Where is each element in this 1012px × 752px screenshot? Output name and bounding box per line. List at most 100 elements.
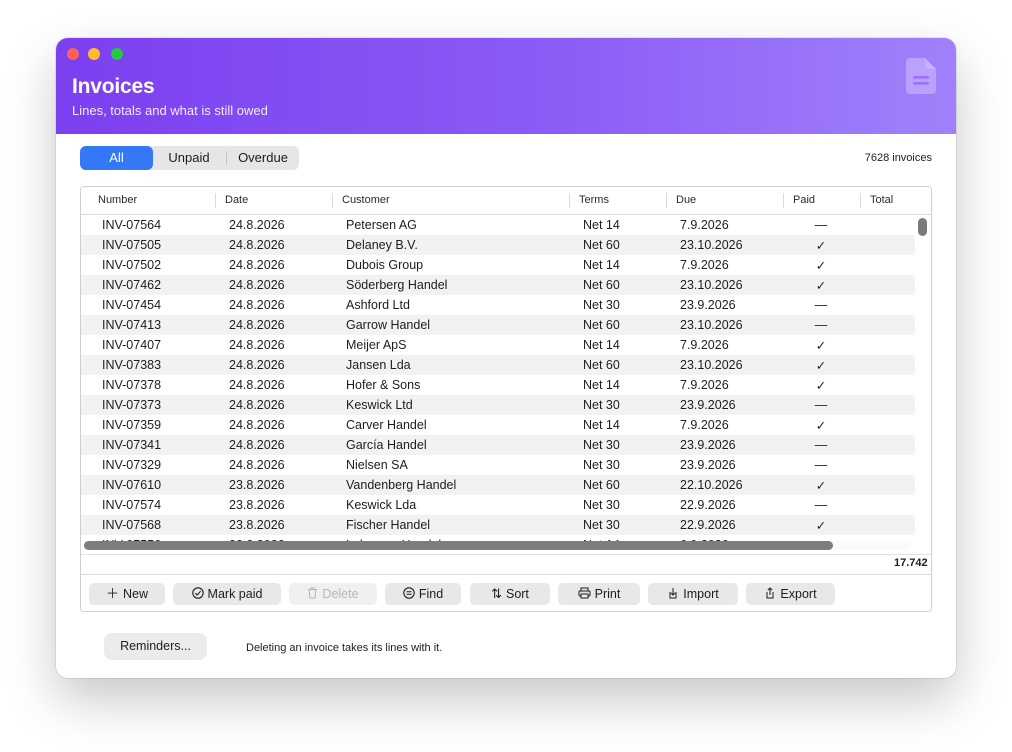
cell-terms: Net 60 [583, 478, 620, 492]
column-header-number[interactable]: Number [98, 194, 137, 206]
table-row[interactable]: INV-07413 24.8.2026 Garrow Handel Net 60 23.… [81, 315, 931, 335]
cell-date: 24.8.2026 [229, 338, 285, 352]
column-separator[interactable] [783, 193, 784, 208]
total-sum: 17.742 [894, 557, 928, 569]
sort-button-label: Sort [505, 587, 529, 601]
table-row[interactable]: INV-07574 23.8.2026 Keswick Lda Net 30 22.9.… [81, 495, 931, 515]
cell-terms: Net 60 [583, 238, 620, 252]
cell-customer: Söderberg Handel [346, 278, 448, 292]
cell-paid: — [814, 318, 828, 332]
vertical-scrollbar-thumb[interactable] [918, 218, 927, 236]
cell-number: INV-07574 [102, 498, 162, 512]
cell-number: INV-07502 [102, 258, 162, 272]
table-row[interactable]: INV-07505 24.8.2026 Delaney B.V. Net 60 23.1… [81, 235, 931, 255]
new-button-label: New [123, 587, 149, 601]
column-header-paid[interactable]: Paid [793, 194, 815, 206]
column-header-customer[interactable]: Customer [342, 194, 390, 206]
table-row[interactable]: INV-07407 24.8.2026 Meijer ApS Net 14 7.9.20… [81, 335, 931, 355]
column-header-total[interactable]: Total [870, 194, 893, 206]
table-row[interactable]: INV-07462 24.8.2026 Söderberg Handel Net 60… [81, 275, 931, 295]
table-row[interactable]: INV-07359 24.8.2026 Carver Handel Net 14 7.9… [81, 415, 931, 435]
cell-customer: Vandenberg Handel [346, 478, 457, 492]
close-window-button[interactable] [67, 48, 79, 60]
cell-customer: Carver Handel [346, 418, 427, 432]
column-separator[interactable] [860, 193, 861, 208]
filter-overdue-segment[interactable]: Overdue [227, 146, 299, 170]
cell-number: INV-07462 [102, 278, 162, 292]
zoom-window-button[interactable] [111, 48, 123, 60]
table-row[interactable]: INV-07568 23.8.2026 Fischer Handel Net 30 22… [81, 515, 931, 535]
cell-terms: Net 30 [583, 518, 620, 532]
column-header-date[interactable]: Date [225, 194, 248, 206]
table-row[interactable]: INV-07378 24.8.2026 Hofer & Sons Net 14 7.9.… [81, 375, 931, 395]
window-title: Invoices [72, 75, 155, 98]
cell-number: INV-07359 [102, 418, 162, 432]
cell-date: 24.8.2026 [229, 418, 285, 432]
column-separator[interactable] [215, 193, 216, 208]
new-button[interactable]: ＋ New [89, 583, 165, 605]
cell-date: 24.8.2026 [229, 298, 285, 312]
table-row[interactable]: INV-07329 24.8.2026 Nielsen SA Net 30 23.9.2… [81, 455, 931, 475]
cell-terms: Net 14 [583, 338, 620, 352]
find-button[interactable]: Find [385, 583, 461, 605]
cell-terms: Net 60 [583, 358, 620, 372]
horizontal-scrollbar-thumb[interactable] [84, 541, 833, 550]
import-button[interactable]: Import [648, 583, 738, 605]
cell-date: 24.8.2026 [229, 258, 285, 272]
print-button[interactable]: Print [558, 583, 640, 605]
cell-paid: — [814, 298, 828, 312]
cell-date: 24.8.2026 [229, 398, 285, 412]
cell-customer: Garrow Handel [346, 318, 431, 332]
table-row[interactable]: INV-07454 24.8.2026 Ashford Ltd Net 30 23.9.… [81, 295, 931, 315]
export-button[interactable]: Export [746, 583, 835, 605]
delete-button[interactable]: Delete [289, 583, 377, 605]
cell-customer: Delaney B.V. [346, 238, 418, 252]
cell-due: 23.9.2026 [680, 298, 736, 312]
filter-all-segment[interactable]: All [80, 146, 153, 170]
table-row[interactable]: INV-07564 24.8.2026 Petersen AG Net 14 7.9.2… [81, 215, 931, 235]
column-header-due[interactable]: Due [676, 194, 696, 206]
cell-number: INV-07378 [102, 378, 162, 392]
printer-icon [578, 583, 591, 605]
window-subtitle: Lines, totals and what is still owed [72, 103, 268, 118]
mark-paid-button[interactable]: Mark paid [173, 583, 281, 605]
table-row[interactable]: INV-07341 24.8.2026 García Handel Net 30 23.… [81, 435, 931, 455]
cell-due: 7.9.2026 [680, 378, 729, 392]
table-row[interactable]: INV-07373 24.8.2026 Keswick Ltd Net 30 23.9.… [81, 395, 931, 415]
table-row[interactable]: INV-07502 24.8.2026 Dubois Group Net 14 7.9.… [81, 255, 931, 275]
table-row[interactable]: INV-07610 23.8.2026 Vandenberg Handel Net 6… [81, 475, 931, 495]
window-header: Invoices Lines, totals and what is still… [56, 38, 956, 134]
cell-due: 23.9.2026 [680, 458, 736, 472]
filter-unpaid-segment[interactable]: Unpaid [153, 146, 225, 170]
cell-paid: ✓ [815, 279, 827, 293]
cell-terms: Net 14 [583, 258, 620, 272]
cell-due: 7.9.2026 [680, 258, 729, 272]
cell-terms: Net 60 [583, 278, 620, 292]
column-separator[interactable] [569, 193, 570, 208]
cell-number: INV-07383 [102, 358, 162, 372]
cell-terms: Net 30 [583, 498, 620, 512]
invoices-window: Invoices Lines, totals and what is still… [56, 38, 956, 678]
cell-terms: Net 30 [583, 298, 620, 312]
cell-customer: Hofer & Sons [346, 378, 421, 392]
sort-button[interactable]: ⇅ Sort [470, 583, 550, 605]
cell-terms: Net 30 [583, 438, 620, 452]
cell-date: 24.8.2026 [229, 358, 285, 372]
cell-number: INV-07564 [102, 218, 162, 232]
cell-due: 23.9.2026 [680, 398, 736, 412]
table-header: Number Date Customer Terms Due Paid Tota… [81, 187, 931, 215]
cell-paid: — [814, 398, 828, 412]
column-separator[interactable] [332, 193, 333, 208]
minimize-window-button[interactable] [88, 48, 100, 60]
import-icon [667, 583, 679, 605]
table-row[interactable]: INV-07383 24.8.2026 Jansen Lda Net 60 23.10.… [81, 355, 931, 375]
column-separator[interactable] [666, 193, 667, 208]
cell-paid: ✓ [815, 259, 827, 273]
cell-number: INV-07341 [102, 438, 162, 452]
cell-customer: García Handel [346, 438, 427, 452]
cell-date: 24.8.2026 [229, 378, 285, 392]
cell-paid: ✓ [815, 379, 827, 393]
cell-paid: — [814, 438, 828, 452]
reminders-button[interactable]: Reminders... [104, 633, 207, 660]
column-header-terms[interactable]: Terms [579, 194, 609, 206]
